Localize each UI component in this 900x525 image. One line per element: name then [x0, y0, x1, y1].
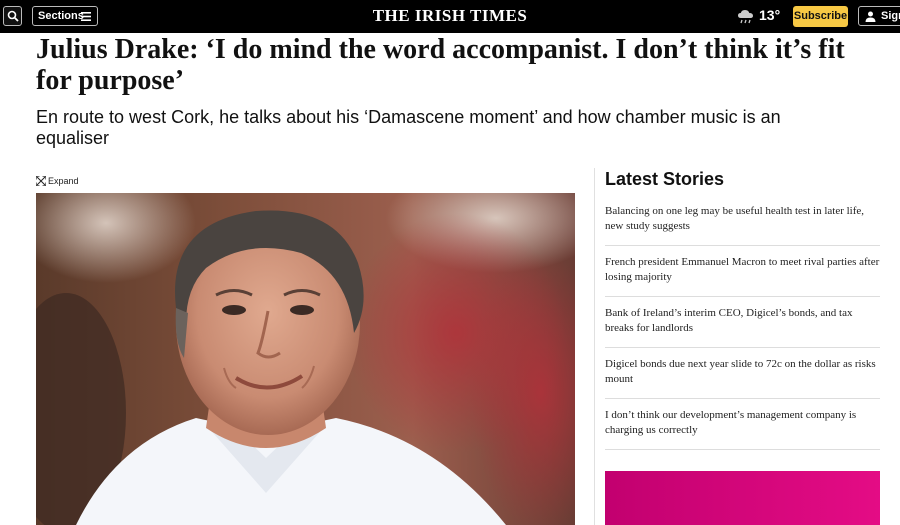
column-divider	[594, 168, 595, 525]
sign-in-button[interactable]: Sign	[858, 6, 900, 26]
latest-story-link[interactable]: Bank of Ireland’s interim CEO, Digicel’s…	[605, 297, 880, 348]
latest-story-link[interactable]: I don’t think our development’s manageme…	[605, 399, 880, 450]
subscribe-button[interactable]: Subscribe	[793, 6, 848, 27]
top-navigation-bar: Sections THE IRISH TIMES 13° Subscribe S…	[0, 0, 900, 33]
temperature-value: 13°	[759, 7, 781, 23]
latest-story-link[interactable]: Balancing on one leg may be useful healt…	[605, 195, 880, 246]
latest-stories-heading: Latest Stories	[605, 169, 725, 189]
article-standfirst: En route to west Cork, he talks about hi…	[36, 107, 781, 148]
latest-stories-list: Balancing on one leg may be useful healt…	[605, 195, 880, 450]
article-photo[interactable]	[36, 193, 575, 525]
expand-label: Expand	[48, 176, 79, 186]
portrait-image	[36, 193, 575, 525]
latest-story-link[interactable]: French president Emmanuel Macron to meet…	[605, 246, 880, 297]
expand-icon	[36, 176, 46, 186]
sign-in-label: Sign	[881, 10, 900, 22]
user-icon	[865, 11, 876, 22]
article-headline: Julius Drake: ‘I do mind the word accomp…	[36, 34, 845, 96]
latest-story-link[interactable]: Digicel bonds due next year slide to 72c…	[605, 348, 880, 399]
rain-cloud-icon	[738, 10, 753, 24]
advertisement[interactable]	[605, 471, 880, 525]
